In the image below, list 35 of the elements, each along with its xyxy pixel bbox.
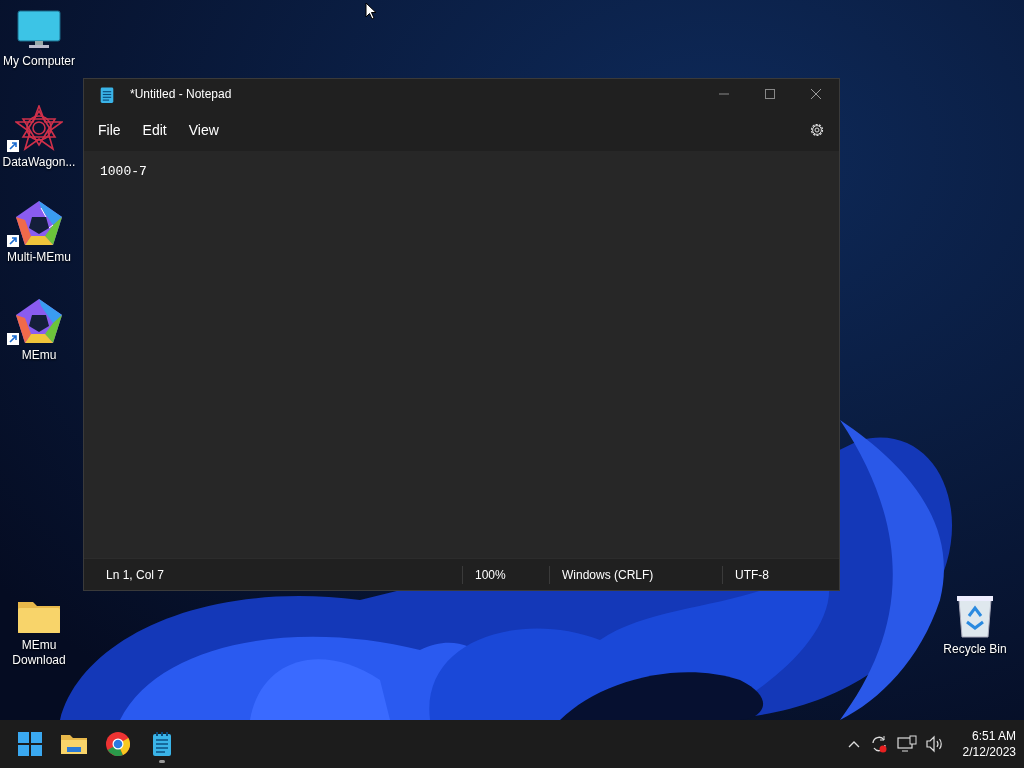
shortcut-arrow-icon: [7, 140, 19, 152]
status-text: Windows (CRLF): [549, 565, 722, 584]
network-icon[interactable]: [896, 735, 917, 753]
notepad-icon[interactable]: [152, 732, 172, 756]
recycle-bin-icon: [956, 594, 994, 638]
pentagon-logo-icon: [15, 200, 63, 246]
running-indicator: [159, 760, 165, 763]
menu-item[interactable]: Edit: [134, 116, 175, 144]
icon-label: Recycle Bin: [943, 642, 1007, 657]
icon-label: Multi-MEmu: [7, 250, 71, 265]
window-title: *Untitled - Notepad: [130, 87, 232, 101]
text-area[interactable]: 1000-7: [84, 151, 839, 558]
status-text: UTF-8: [722, 565, 781, 584]
round-logo-icon[interactable]: [106, 732, 130, 756]
menu-item[interactable]: File: [90, 116, 129, 144]
monitor-icon: [17, 10, 61, 50]
icon-label: My Computer: [3, 54, 75, 69]
status-text: 100%: [462, 565, 549, 584]
notepad-icon: [100, 85, 114, 103]
shortcut-arrow-icon: [7, 333, 19, 345]
clock[interactable]: 6:51 AM 2/12/2023: [962, 728, 1016, 760]
windows-logo-icon[interactable]: [18, 732, 42, 756]
star-pattern-icon: [15, 105, 63, 151]
icon-label: MEmu: [21, 348, 57, 363]
pentagon-logo-icon: [15, 298, 63, 344]
settings-icon[interactable]: [809, 122, 825, 138]
speaker-icon[interactable]: [924, 735, 945, 753]
chevron-up-icon[interactable]: [846, 739, 861, 749]
status-text: Ln 1, Col 7: [105, 566, 166, 584]
folder-icon[interactable]: [61, 733, 87, 755]
mouse-pointer-icon: [365, 2, 377, 20]
shortcut-arrow-icon: [7, 235, 19, 247]
icon-label: DataWagon...: [2, 155, 76, 170]
menu-item[interactable]: View: [180, 116, 227, 144]
icon-label: MEmu Download: [11, 638, 67, 668]
